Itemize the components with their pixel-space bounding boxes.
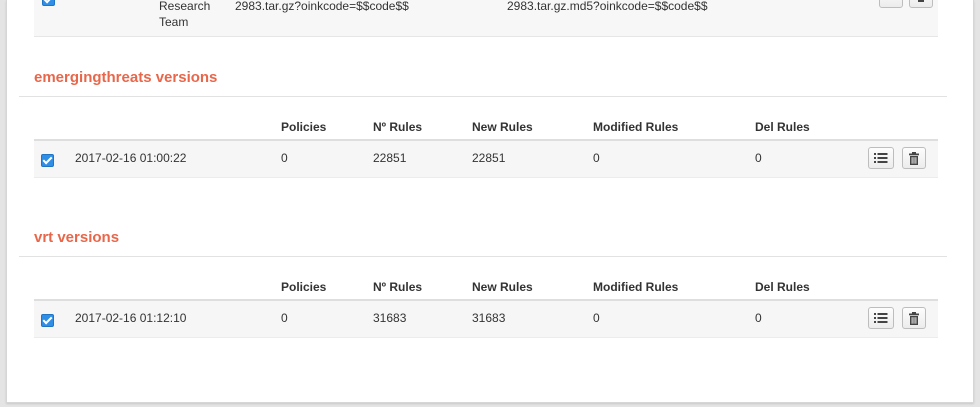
table-header: Policies Nº Rules New Rules Modified Rul…: [34, 115, 938, 141]
policies-count: 0: [281, 311, 288, 325]
trash-icon: [909, 152, 919, 165]
del-rules-count: 0: [755, 311, 762, 325]
section-title-emergingthreats: emergingthreats versions: [34, 69, 218, 86]
delete-version-button[interactable]: [902, 147, 926, 169]
row-checkbox[interactable]: [41, 314, 54, 327]
table-row: 2017-02-16 01:12:10 0 31683 31683 0 0: [34, 301, 938, 338]
header-modified-rules: Modified Rules: [593, 120, 679, 134]
view-rules-button[interactable]: [868, 147, 894, 169]
version-date: 2017-02-16 01:12:10: [75, 311, 187, 325]
trash-icon: [909, 312, 919, 325]
header-policies: Policies: [281, 120, 327, 134]
delete-version-button[interactable]: [902, 307, 926, 329]
header-newrules: New Rules: [472, 280, 533, 294]
md5-url-cell: 2983.tar.gz.md5?oinkcode=$$code$$: [507, 0, 708, 13]
trash-icon: [918, 0, 924, 2]
row-checkbox[interactable]: [42, 0, 55, 6]
modified-rules-count: 0: [593, 151, 600, 165]
header-newrules: New Rules: [472, 120, 533, 134]
header-del-rules: Del Rules: [755, 280, 810, 294]
table-header: Policies Nº Rules New Rules Modified Rul…: [34, 275, 938, 301]
header-modified-rules: Modified Rules: [593, 280, 679, 294]
rules-count: 22851: [373, 151, 407, 165]
policies-count: 0: [281, 151, 288, 165]
vendor-line: Team: [159, 15, 189, 29]
row-checkbox[interactable]: [41, 154, 54, 167]
edit-button[interactable]: [879, 0, 903, 8]
table-row-partial: Research Team 2983.tar.gz?oinkcode=$$cod…: [34, 0, 938, 37]
vendor-cell: Research Team: [159, 0, 210, 30]
del-rules-count: 0: [755, 151, 762, 165]
section-divider: [19, 96, 947, 97]
header-nrules: Nº Rules: [373, 280, 423, 294]
modified-rules-count: 0: [593, 311, 600, 325]
delete-button[interactable]: [909, 0, 933, 8]
table-row: 2017-02-16 01:00:22 0 22851 22851 0 0: [34, 141, 938, 178]
version-date: 2017-02-16 01:00:22: [75, 151, 187, 165]
main-panel: [6, 0, 974, 403]
list-icon: [874, 153, 888, 163]
new-rules-count: 22851: [472, 151, 506, 165]
list-icon: [874, 313, 888, 323]
section-title-vrt: vrt versions: [34, 229, 120, 246]
new-rules-count: 31683: [472, 311, 506, 325]
header-policies: Policies: [281, 280, 327, 294]
rules-count: 31683: [373, 311, 407, 325]
header-nrules: Nº Rules: [373, 120, 423, 134]
section-divider: [19, 256, 947, 257]
view-rules-button[interactable]: [868, 307, 894, 329]
vendor-line: Research: [159, 0, 211, 13]
header-del-rules: Del Rules: [755, 120, 810, 134]
rules-url-cell: 2983.tar.gz?oinkcode=$$code$$: [235, 0, 409, 13]
